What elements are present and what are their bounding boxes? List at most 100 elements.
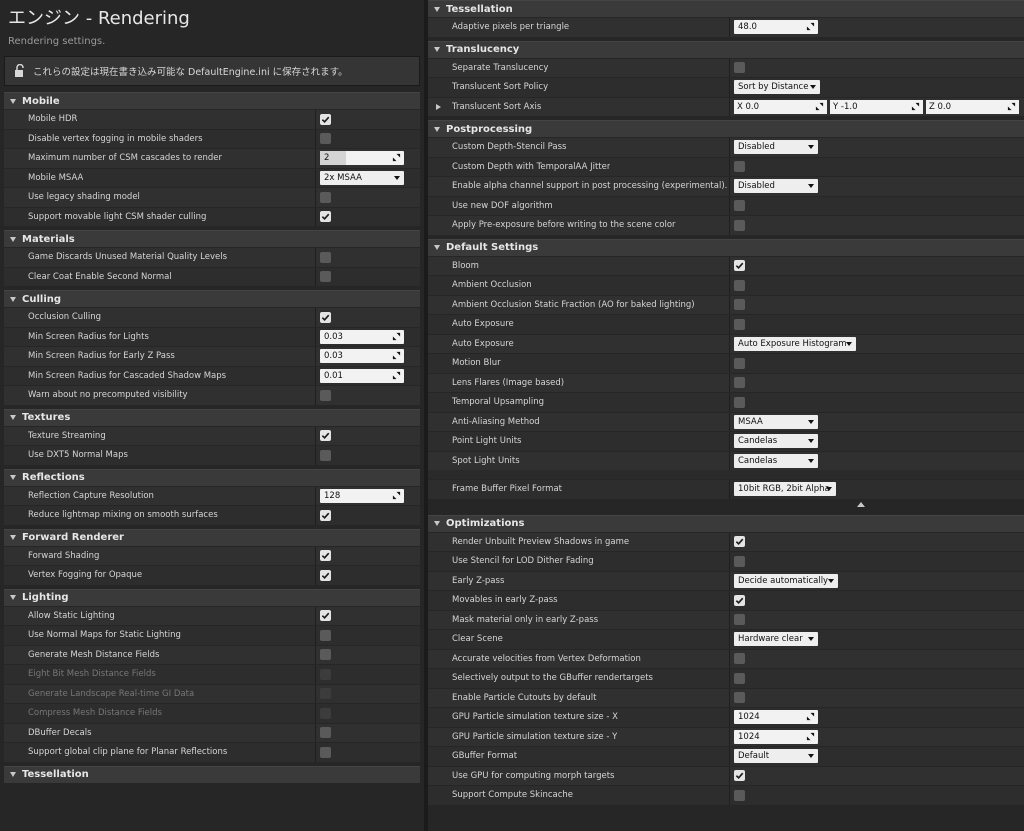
setting-label-cell: Support global clip plane for Planar Ref… (4, 743, 316, 762)
number-field-min-screen-radius-for-early-z-pass[interactable]: 0.03 (320, 349, 404, 364)
section-header-translucency[interactable]: Translucency (428, 40, 1024, 58)
checkbox-reduce-lightmap-mixing-on-smooth-surfaces[interactable] (320, 509, 331, 521)
number-field-gpu-particle-simulation-texture-size-x[interactable]: 1024 (734, 710, 818, 725)
setting-row-eight-bit-mesh-distance-fields: Eight Bit Mesh Distance Fields (4, 664, 420, 684)
setting-label-cell: Temporal Upsampling (428, 393, 730, 412)
number-field-maximum-number-of-csm-cascades-to-render[interactable]: 2 (320, 151, 404, 166)
checkbox-use-legacy-shading-model[interactable] (320, 191, 331, 203)
checkbox-bloom[interactable] (734, 260, 745, 272)
checkbox-ambient-occlusion-static-fraction-ao-for-baked-lighting[interactable] (734, 299, 745, 311)
section-header-tessellation[interactable]: Tessellation (428, 0, 1024, 17)
number-field-gpu-particle-simulation-texture-size-y[interactable]: 1024 (734, 729, 818, 744)
setting-row-game-discards-unused-material-quality-levels: Game Discards Unused Material Quality Le… (4, 247, 420, 267)
number-field-reflection-capture-resolution[interactable]: 128 (320, 488, 404, 503)
setting-row-anti-aliasing-method: Anti-Aliasing Method MSAA (428, 411, 1024, 431)
setting-label: Movables in early Z-pass (452, 595, 558, 606)
advanced-toggle[interactable] (428, 498, 1024, 511)
checkbox-occlusion-culling[interactable] (320, 311, 331, 323)
checkbox-auto-exposure[interactable] (734, 318, 745, 330)
checkbox-temporal-upsampling[interactable] (734, 396, 745, 408)
number-field-min-screen-radius-for-lights[interactable]: 0.03 (320, 329, 404, 344)
section-header-culling[interactable]: Culling (4, 290, 420, 307)
checkbox-generate-mesh-distance-fields[interactable] (320, 649, 331, 661)
vector-field-x[interactable]: X 0.0 (734, 99, 827, 114)
setting-value-cell (320, 665, 331, 684)
checkbox-mask-material-only-in-early-z-pass[interactable] (734, 614, 745, 626)
checkbox-accurate-velocities-from-vertex-deformation[interactable] (734, 653, 745, 665)
section-header-default-settings[interactable]: Default Settings (428, 238, 1024, 256)
checkbox-lens-flares-image-based[interactable] (734, 377, 745, 389)
dropdown-enable-alpha-channel-support-in-post-processing-experimental[interactable]: Disabled (734, 179, 818, 194)
checkbox-use-gpu-for-computing-morph-targets[interactable] (734, 770, 745, 782)
checkbox-custom-depth-with-temporalaa-jitter[interactable] (734, 161, 745, 173)
number-field-adaptive-pixels-per-triangle[interactable]: 48.0 (734, 20, 818, 35)
chevron-down-icon (828, 578, 834, 583)
setting-value-cell: 2x MSAA (320, 169, 404, 188)
checkbox-separate-translucency[interactable] (734, 62, 745, 74)
dropdown-value: Candelas (738, 455, 778, 466)
setting-value-cell (320, 427, 331, 446)
dropdown-custom-depth-stencil-pass[interactable]: Disabled (734, 140, 818, 155)
section-header-mobile[interactable]: Mobile (4, 92, 420, 109)
setting-value-cell (320, 566, 331, 585)
number-field-min-screen-radius-for-cascaded-shadow-maps[interactable]: 0.01 (320, 368, 404, 383)
section-header-postprocessing[interactable]: Postprocessing (428, 120, 1024, 137)
checkbox-use-stencil-for-lod-dither-fading[interactable] (734, 555, 745, 567)
checkbox-mobile-hdr[interactable] (320, 113, 331, 125)
checkbox-dbuffer-decals[interactable] (320, 727, 331, 739)
setting-label: Mobile MSAA (28, 172, 84, 183)
vector-field-z[interactable]: Z 0.0 (926, 99, 1019, 114)
checkbox-render-unbuilt-preview-shadows-in-game[interactable] (734, 536, 745, 548)
dropdown-clear-scene[interactable]: Hardware clear (734, 632, 818, 647)
checkbox-game-discards-unused-material-quality-levels[interactable] (320, 251, 331, 263)
dropdown-auto-exposure[interactable]: Auto Exposure Histogram (734, 336, 856, 351)
dropdown-early-z-pass[interactable]: Decide automatically (734, 573, 838, 588)
setting-value-cell (734, 354, 745, 373)
setting-value-cell: 10bit RGB, 2bit Alpha (734, 480, 836, 499)
setting-value-cell (320, 208, 331, 227)
dropdown-gbuffer-format[interactable]: Default (734, 749, 818, 764)
section-header-materials[interactable]: Materials (4, 230, 420, 247)
section-header-forward-renderer[interactable]: Forward Renderer (4, 528, 420, 546)
checkbox-ambient-occlusion[interactable] (734, 279, 745, 291)
checkbox-support-movable-light-csm-shader-culling[interactable] (320, 211, 331, 223)
dropdown-frame-buffer-pixel-format[interactable]: 10bit RGB, 2bit Alpha (734, 482, 836, 497)
vector-field-y[interactable]: Y -1.0 (830, 99, 923, 114)
checkbox-selectively-output-to-the-gbuffer-rendertargets[interactable] (734, 672, 745, 684)
section-header-optimizations[interactable]: Optimizations (428, 514, 1024, 532)
setting-label: Maximum number of CSM cascades to render (28, 153, 222, 164)
checkbox-use-normal-maps-for-static-lighting[interactable] (320, 629, 331, 641)
checkbox-enable-particle-cutouts-by-default[interactable] (734, 692, 745, 704)
section-header-lighting[interactable]: Lighting (4, 588, 420, 606)
checkbox-support-global-clip-plane-for-planar-reflections[interactable] (320, 746, 331, 758)
setting-label: Selectively output to the GBuffer render… (452, 673, 653, 684)
checkbox-vertex-fogging-for-opaque[interactable] (320, 569, 331, 581)
checkbox-use-new-dof-algorithm[interactable] (734, 200, 745, 212)
section-header-reflections[interactable]: Reflections (4, 468, 420, 486)
checkbox-disable-vertex-fogging-in-mobile-shaders[interactable] (320, 133, 331, 145)
checkbox-warn-about-no-precomputed-visibility[interactable] (320, 389, 331, 401)
checkbox-use-dxt5-normal-maps[interactable] (320, 449, 331, 461)
dropdown-translucent-sort-policy[interactable]: Sort by Distance (734, 80, 820, 95)
checkbox-movables-in-early-z-pass[interactable] (734, 594, 745, 606)
expand-arrow-icon[interactable] (436, 103, 441, 110)
dropdown-point-light-units[interactable]: Candelas (734, 434, 818, 449)
checkbox-support-compute-skincache[interactable] (734, 789, 745, 801)
setting-label: Custom Depth-Stencil Pass (452, 142, 567, 153)
setting-label: Early Z-pass (452, 575, 505, 586)
setting-label: Generate Landscape Real-time GI Data (28, 688, 195, 699)
checkbox-apply-pre-exposure-before-writing-to-the-scene-color[interactable] (734, 219, 745, 231)
checkbox-clear-coat-enable-second-normal[interactable] (320, 271, 331, 283)
dropdown-mobile-msaa[interactable]: 2x MSAA (320, 170, 404, 185)
section-header-textures[interactable]: Textures (4, 408, 420, 426)
dropdown-anti-aliasing-method[interactable]: MSAA (734, 414, 818, 429)
checkbox-motion-blur[interactable] (734, 357, 745, 369)
dropdown-spot-light-units[interactable]: Candelas (734, 453, 818, 468)
dropdown-value: Default (738, 751, 770, 762)
checkbox-texture-streaming[interactable] (320, 430, 331, 442)
setting-label: Accurate velocities from Vertex Deformat… (452, 653, 641, 664)
setting-value-cell (320, 188, 331, 207)
section-header-tessellation[interactable]: Tessellation (4, 765, 420, 783)
checkbox-allow-static-lighting[interactable] (320, 610, 331, 622)
checkbox-forward-shading[interactable] (320, 550, 331, 562)
